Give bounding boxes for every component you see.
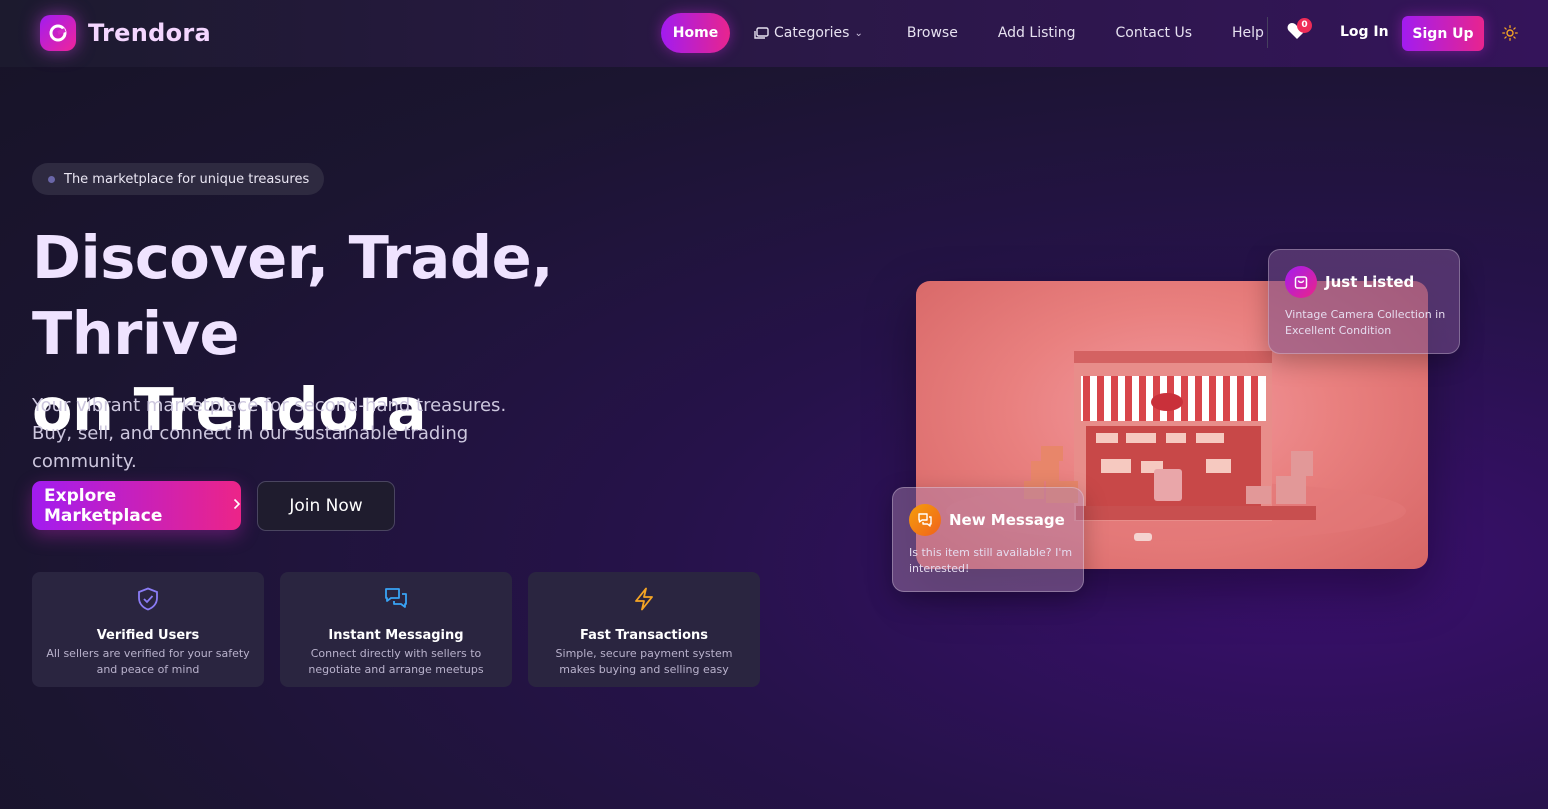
brand-logo[interactable]: Trendora xyxy=(40,15,211,51)
nav-item-categories[interactable]: Categories ⌄ xyxy=(754,13,863,53)
feature-title: Verified Users xyxy=(96,628,200,643)
headline-line-1: Discover, Trade, Thrive xyxy=(32,223,554,368)
hero-subtitle: Your vibrant marketplace for second-hand… xyxy=(32,395,507,472)
nav-item-categories-label: Categories xyxy=(774,25,850,41)
nav-links: Home Categories ⌄ Browse Add Listing Con… xyxy=(661,13,1304,53)
explore-marketplace-button[interactable]: Explore Marketplace xyxy=(32,481,241,530)
tagline-text: The marketplace for unique treasures xyxy=(64,171,310,187)
chevron-down-icon: ⌄ xyxy=(854,27,863,39)
new-message-header: New Message xyxy=(909,504,1065,536)
feature-card-verified: Verified Users All sellers are verified … xyxy=(32,572,264,687)
nav-item-add-listing[interactable]: Add Listing xyxy=(998,13,1076,53)
nav-item-contact-us[interactable]: Contact Us xyxy=(1116,13,1192,53)
chat-icon xyxy=(909,504,941,536)
feature-title: Fast Transactions xyxy=(579,628,709,643)
feature-description: All sellers are verified for your safety… xyxy=(46,647,250,676)
feature-card-transactions: Fast Transactions Simple, secure payment… xyxy=(528,572,760,687)
lightning-icon xyxy=(528,587,760,611)
just-listed-text: Vintage Camera Collection in Excellent C… xyxy=(1285,308,1446,337)
new-message-title: New Message xyxy=(949,511,1065,529)
feature-description: Connect directly with sellers to negotia… xyxy=(308,647,484,676)
nav-divider xyxy=(1267,17,1268,48)
login-button[interactable]: Log In xyxy=(1340,24,1389,40)
brand-name: Trendora xyxy=(88,19,212,47)
tagline-pill: The marketplace for unique treasures xyxy=(32,163,325,195)
feature-description: Simple, secure payment system makes buyi… xyxy=(555,647,733,676)
new-message-text: Is this item still available? I'm intere… xyxy=(909,546,1073,575)
join-now-button[interactable]: Join Now xyxy=(257,481,395,531)
just-listed-header: Just Listed xyxy=(1285,266,1414,298)
categories-icon xyxy=(754,26,769,40)
nav-item-browse[interactable]: Browse xyxy=(907,13,958,53)
sun-icon[interactable] xyxy=(1502,25,1518,41)
shield-check-icon xyxy=(32,587,264,611)
new-message-card[interactable]: New Message Is this item still available… xyxy=(892,487,1084,592)
chat-icon xyxy=(280,587,512,611)
explore-marketplace-label: Explore Marketplace xyxy=(44,485,163,526)
just-listed-card[interactable]: Just Listed Vintage Camera Collection in… xyxy=(1268,249,1460,354)
chevron-right-icon xyxy=(233,498,241,514)
feature-title: Instant Messaging xyxy=(328,628,464,643)
nav-item-home[interactable]: Home xyxy=(661,13,730,53)
nav-item-help[interactable]: Help xyxy=(1232,13,1264,53)
logo-mark-icon xyxy=(40,15,76,51)
signup-button[interactable]: Sign Up xyxy=(1402,16,1484,51)
wishlist-count-badge: 0 xyxy=(1297,18,1312,33)
feature-card-messaging: Instant Messaging Connect directly with … xyxy=(280,572,512,687)
top-navbar: Trendora Home Categories ⌄ Browse Add Li… xyxy=(0,0,1548,67)
wishlist-button[interactable]: 0 xyxy=(1287,18,1312,44)
just-listed-title: Just Listed xyxy=(1325,273,1415,291)
pill-dot-icon xyxy=(48,175,55,183)
bag-icon xyxy=(1285,266,1317,298)
